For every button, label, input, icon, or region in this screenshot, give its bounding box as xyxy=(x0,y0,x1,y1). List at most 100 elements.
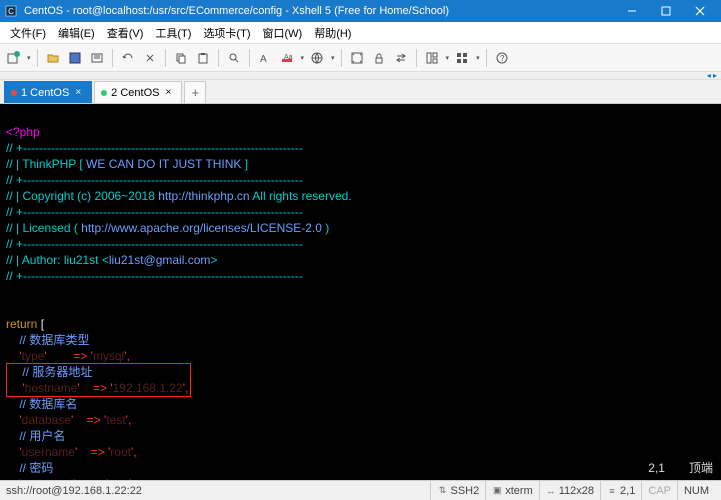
term-line: // | Author: liu21st <liu21st@gmail.com> xyxy=(6,253,217,267)
term-line: 'hostname' => '192.168.1.22', xyxy=(9,381,188,395)
lock-icon[interactable] xyxy=(370,49,388,67)
separator-icon xyxy=(37,49,38,67)
term-line: // | ThinkPHP [ WE CAN DO IT JUST THINK … xyxy=(6,157,248,171)
separator-icon xyxy=(249,49,250,67)
tab-label: 1 CentOS xyxy=(21,87,69,99)
disconnect-icon[interactable] xyxy=(141,49,159,67)
statusbar: ssh://root@192.168.1.22:22 ⇅SSH2 ▣xterm … xyxy=(0,480,721,500)
status-dot-icon xyxy=(101,90,107,96)
dropdown-caret-icon[interactable]: ▾ xyxy=(331,54,335,62)
status-pos: ≡2,1 xyxy=(600,481,641,500)
term-line: // 密码 xyxy=(6,461,53,475)
menu-file[interactable]: 文件(F) xyxy=(4,25,52,41)
separator-icon xyxy=(218,49,219,67)
term-line: <?php xyxy=(6,125,40,139)
separator-icon xyxy=(341,49,342,67)
tab-close-icon[interactable]: × xyxy=(75,87,81,98)
term-line: 'password' => 'root', xyxy=(6,477,135,480)
size-icon: ↔ xyxy=(546,486,556,496)
term-line: 'username' => 'root', xyxy=(6,445,137,459)
dropdown-caret-icon[interactable]: ▾ xyxy=(301,54,305,62)
layout-icon[interactable] xyxy=(423,49,441,67)
term-line: // +------------------------------------… xyxy=(6,141,303,155)
menu-window[interactable]: 窗口(W) xyxy=(256,25,308,41)
paste-icon[interactable] xyxy=(194,49,212,67)
tab-session-2[interactable]: 2 CentOS × xyxy=(94,81,182,103)
separator-icon xyxy=(486,49,487,67)
menu-view[interactable]: 查看(V) xyxy=(101,25,150,41)
svg-text:A: A xyxy=(260,54,267,65)
find-icon[interactable] xyxy=(225,49,243,67)
new-session-icon[interactable] xyxy=(4,49,22,67)
status-num: NUM xyxy=(677,481,715,500)
status-caps: CAP xyxy=(641,481,677,500)
separator-icon xyxy=(112,49,113,67)
menu-tabs[interactable]: 选项卡(T) xyxy=(197,25,256,41)
terminal-status: 2,1 顶端 xyxy=(648,460,713,476)
window-title: CentOS - root@localhost:/usr/src/ECommer… xyxy=(24,5,615,17)
status-dot-icon xyxy=(11,90,17,96)
term-line: 'database' => 'test', xyxy=(6,413,131,427)
term-line: // | Licensed ( http://www.apache.org/li… xyxy=(6,221,329,235)
status-ssh: ⇅SSH2 xyxy=(430,481,485,500)
term-line: return [ xyxy=(6,317,44,331)
tab-label: 2 CentOS xyxy=(111,87,159,99)
scroll-hint: 顶端 xyxy=(689,460,713,476)
minimize-button[interactable] xyxy=(615,0,649,22)
term-line: // 数据库名 xyxy=(6,397,77,411)
close-button[interactable] xyxy=(683,0,717,22)
collapse-arrows-icon: ◂ ▸ xyxy=(707,71,717,80)
separator-icon xyxy=(416,49,417,67)
color-icon[interactable]: Aa xyxy=(278,49,296,67)
tab-add-button[interactable]: + xyxy=(184,81,206,103)
term-line: // +------------------------------------… xyxy=(6,205,303,219)
tabbar: 1 CentOS × 2 CentOS × + xyxy=(0,80,721,104)
tile-icon[interactable] xyxy=(453,49,471,67)
status-term: ▣xterm xyxy=(485,481,539,500)
terminal[interactable]: <?php // +------------------------------… xyxy=(0,104,721,480)
position-icon: ≡ xyxy=(607,486,617,496)
terminal-icon: ▣ xyxy=(492,486,502,496)
highlighted-config-box: // 服务器地址 'hostname' => '192.168.1.22', xyxy=(6,363,191,397)
term-line: // +------------------------------------… xyxy=(6,173,303,187)
term-line: // 服务器地址 xyxy=(9,365,92,379)
menu-edit[interactable]: 编辑(E) xyxy=(52,25,101,41)
dropdown-caret-icon[interactable]: ▾ xyxy=(476,54,480,62)
term-line: // 用户名 xyxy=(6,429,65,443)
svg-text:?: ? xyxy=(500,54,505,63)
separator-icon xyxy=(165,49,166,67)
dropdown-caret-icon[interactable]: ▾ xyxy=(27,54,31,62)
connection-info: ssh://root@192.168.1.22:22 xyxy=(6,485,430,497)
svg-text:Aa: Aa xyxy=(284,54,293,61)
menu-help[interactable]: 帮助(H) xyxy=(308,25,357,41)
help-icon[interactable]: ? xyxy=(493,49,511,67)
toolbar-collapse[interactable]: ◂ ▸ xyxy=(0,72,721,80)
svg-text:C: C xyxy=(8,7,14,16)
tab-close-icon[interactable]: × xyxy=(165,87,171,98)
reconnect-icon[interactable] xyxy=(119,49,137,67)
term-line: // +------------------------------------… xyxy=(6,237,303,251)
titlebar: C CentOS - root@localhost:/usr/src/EComm… xyxy=(0,0,721,22)
transfer-icon[interactable] xyxy=(392,49,410,67)
status-size: ↔112x28 xyxy=(539,481,600,500)
copy-icon[interactable] xyxy=(172,49,190,67)
toolbar: ▾ A Aa ▾ ▾ ▾ ▾ ? xyxy=(0,44,721,72)
menubar: 文件(F) 编辑(E) 查看(V) 工具(T) 选项卡(T) 窗口(W) 帮助(… xyxy=(0,22,721,44)
maximize-button[interactable] xyxy=(649,0,683,22)
term-line: 'type' => 'mysql', xyxy=(6,349,130,363)
network-icon: ⇅ xyxy=(437,486,447,496)
term-line: // +------------------------------------… xyxy=(6,269,303,283)
tab-session-1[interactable]: 1 CentOS × xyxy=(4,81,92,103)
term-line: // 数据库类型 xyxy=(6,333,89,347)
term-line: // | Copyright (c) 2006~2018 http://thin… xyxy=(6,189,352,203)
cursor-position: 2,1 xyxy=(648,460,665,476)
open-icon[interactable] xyxy=(44,49,62,67)
app-icon: C xyxy=(4,4,18,18)
fullscreen-icon[interactable] xyxy=(348,49,366,67)
encoding-icon[interactable] xyxy=(308,49,326,67)
dropdown-caret-icon[interactable]: ▾ xyxy=(446,54,450,62)
save-icon[interactable] xyxy=(66,49,84,67)
properties-icon[interactable] xyxy=(88,49,106,67)
menu-tools[interactable]: 工具(T) xyxy=(149,25,197,41)
font-icon[interactable]: A xyxy=(256,49,274,67)
